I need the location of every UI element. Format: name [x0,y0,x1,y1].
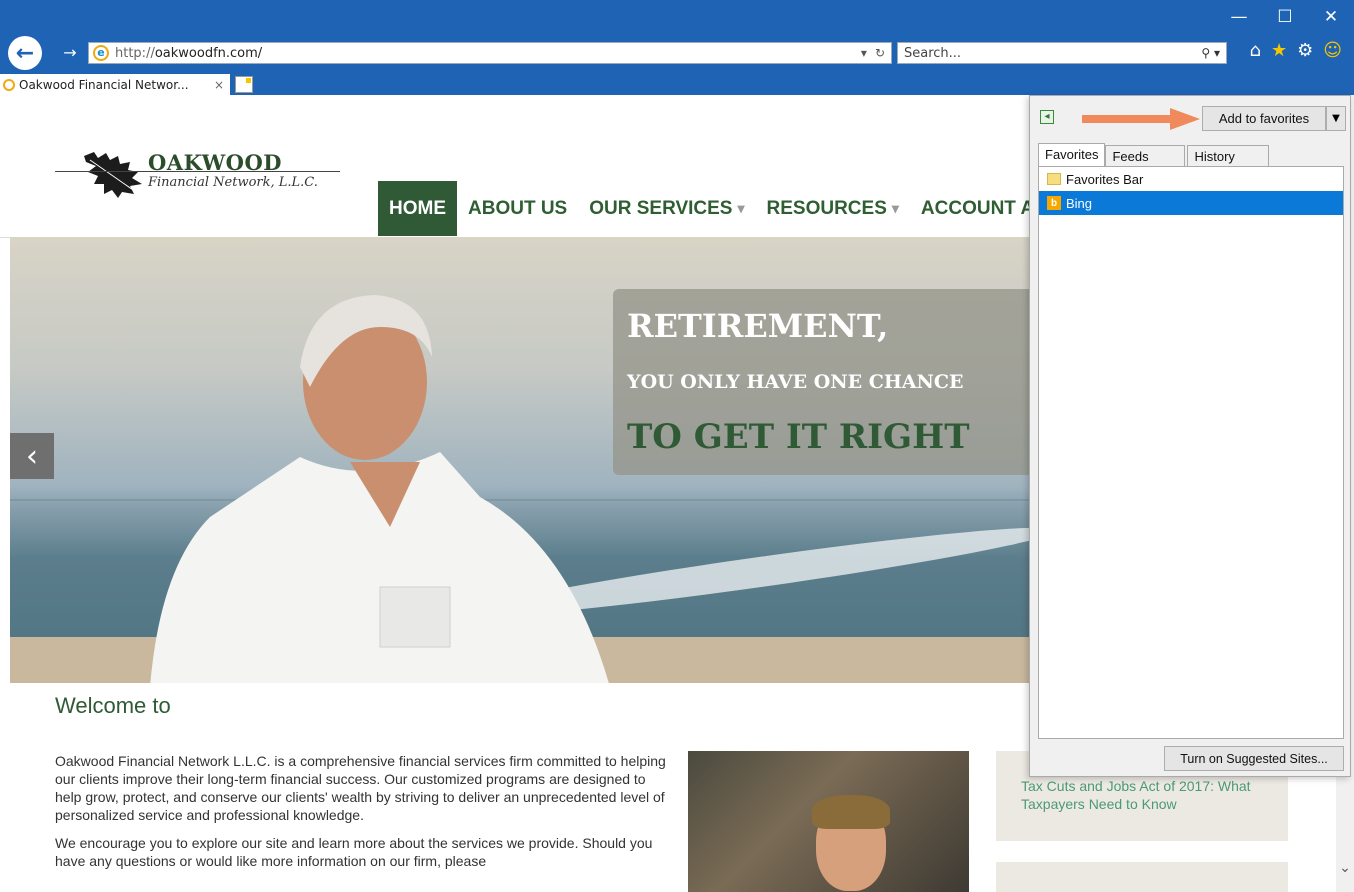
nav-our-services[interactable]: OUR SERVICES ▾ [578,181,755,236]
search-placeholder: Search... [904,45,962,61]
scroll-down-icon[interactable]: ⌄ [1336,860,1354,880]
logo-title: OAKWOOD [148,150,282,175]
hero-line-1: RETIREMENT, [627,307,889,345]
refresh-icon[interactable]: ↻ [875,46,885,60]
search-icon[interactable]: ⚲ ▾ [1201,46,1220,60]
nav-about-us[interactable]: ABOUT US [457,181,578,236]
home-icon[interactable]: ⌂ [1250,40,1261,61]
minimize-button[interactable]: — [1216,0,1262,34]
news-link[interactable]: Tax Cuts and Jobs Act of 2017: What Taxp… [1021,777,1281,813]
main-nav: HOME ABOUT US OUR SERVICES ▾ RESOURCES ▾ A… [378,181,1045,236]
close-window-button[interactable]: ✕ [1308,0,1354,34]
search-input[interactable]: Search... ⚲ ▾ [897,42,1227,64]
toolbar-icons: ⌂ ★ ⚙ ☺ [1250,40,1342,61]
hero-line-2: YOU ONLY HAVE ONE CHANCE [627,371,964,393]
dropdown-arrow-icon: ▼ [1332,113,1340,124]
nav-account-access[interactable]: ACCOUNT A [910,181,1045,236]
smiley-feedback-icon[interactable]: ☺ [1323,40,1342,61]
site-logo[interactable]: OAKWOOD Financial Network, L.L.C. [55,150,340,210]
tab-close-icon[interactable]: × [214,78,224,92]
tab-favorites[interactable]: Favorites [1038,143,1106,166]
logo-subtitle: Financial Network, L.L.C. [148,175,318,190]
folder-icon [1047,173,1061,185]
favorites-item-favorites-bar[interactable]: Favorites Bar [1039,167,1343,191]
nav-home[interactable]: HOME [378,181,457,236]
tab-feeds[interactable]: Feeds [1105,145,1186,166]
pin-favorites-center-icon[interactable]: ◂ [1040,110,1054,124]
oak-leaf-icon [84,152,142,198]
tab-history[interactable]: History [1187,145,1270,166]
nav-resources[interactable]: RESOURCES ▾ [756,181,910,236]
favorites-item-label: Favorites Bar [1066,171,1144,187]
favorites-star-icon[interactable]: ★ [1271,40,1287,61]
address-tools: ▾ ↻ [861,46,885,60]
hero-caption: RETIREMENT, YOU ONLY HAVE ONE CHANCE TO … [613,289,1030,475]
bing-icon: b [1047,196,1061,210]
chevron-left-icon: ‹ [26,438,38,474]
forward-button[interactable]: → [60,42,80,62]
dropdown-icon[interactable]: ▾ [861,46,867,60]
add-to-favorites-dropdown[interactable]: ▼ [1326,106,1346,131]
intro-paragraph-1: Oakwood Financial Network L.L.C. is a co… [55,753,666,823]
chevron-down-icon: ▾ [891,200,899,216]
window-controls: — ☐ ✕ [1216,0,1354,34]
annotation-arrow-icon [1082,108,1200,130]
back-arrow-icon: ← [15,40,35,66]
news-card-2 [996,862,1288,892]
favorites-item-bing[interactable]: b Bing [1039,191,1343,215]
welcome-heading: Welcome to [55,693,171,718]
new-tab-button[interactable] [235,76,253,93]
hero-man-image [150,295,609,683]
advisor-photo [688,751,969,892]
tab-title: Oakwood Financial Networ... [19,77,189,92]
advisor-hair [812,795,890,829]
chevron-down-icon: ▾ [737,200,745,216]
gear-icon[interactable]: ⚙ [1297,40,1313,61]
url-prefix: http:// [115,45,155,61]
favorites-pane: ◂ Add to favorites ▼ Favorites Feeds His… [1029,95,1351,777]
forward-arrow-icon: → [63,42,77,62]
url-text: http://oakwoodfn.com/ [115,46,262,61]
turn-on-suggested-sites-button[interactable]: Turn on Suggested Sites... [1164,746,1344,771]
browser-chrome: — ☐ ✕ ← → e http://oakwoodfn.com/ ▾ ↻ Se… [0,0,1354,95]
browser-tab[interactable]: Oakwood Financial Networ... × [0,74,230,95]
favorites-list: Favorites Bar b Bing [1038,166,1344,739]
back-button[interactable]: ← [8,36,42,70]
url-domain: oakwoodfn.com/ [154,45,263,61]
maximize-button[interactable]: ☐ [1262,0,1308,34]
slider-prev-button[interactable]: ‹ [10,433,54,479]
nav-resources-label: RESOURCES [766,197,887,219]
ie-icon: e [93,45,109,61]
address-bar[interactable]: e http://oakwoodfn.com/ ▾ ↻ [88,42,892,64]
hero-slider: RETIREMENT, YOU ONLY HAVE ONE CHANCE TO … [10,237,1030,683]
intro-text: Oakwood Financial Network L.L.C. is a co… [55,752,675,880]
favorites-tabs: Favorites Feeds History [1038,143,1270,166]
favorites-item-label: Bing [1066,195,1093,211]
nav-our-services-label: OUR SERVICES [589,197,733,219]
hero-line-3: TO GET IT RIGHT [627,417,970,457]
tab-ie-icon [3,78,15,91]
intro-paragraph-2: We encourage you to explore our site and… [55,835,653,869]
add-to-favorites-button[interactable]: Add to favorites [1202,106,1326,131]
